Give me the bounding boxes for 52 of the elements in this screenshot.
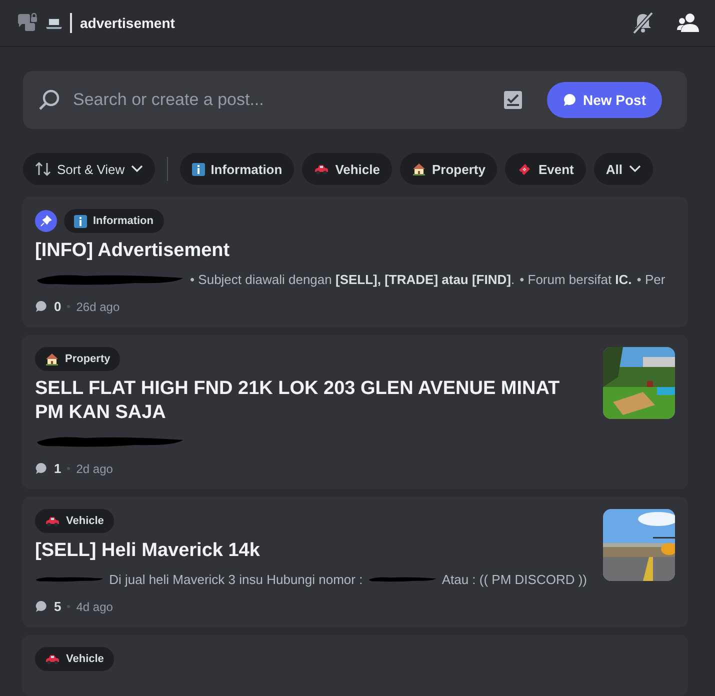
post-preview: Di jual heli Maverick 3 insu Hubungi nomor : xyxy=(109,572,363,586)
post-preview: Atau : (( PM DISCORD )) xyxy=(442,572,587,586)
info-icon xyxy=(74,214,87,228)
laptop-icon xyxy=(46,17,62,29)
car-icon xyxy=(314,164,330,174)
comment-icon xyxy=(35,600,48,613)
house-icon xyxy=(45,352,59,366)
reply-count: 1 xyxy=(54,461,62,476)
post-title: [SELL] Heli Maverick 14k xyxy=(35,539,261,563)
chat-bubble-icon xyxy=(562,93,577,107)
post-preview: • Subject diawali dengan [SELL], [TRADE] atau [FIND]. xyxy=(190,272,515,286)
post-tag: Vehicle xyxy=(35,509,114,533)
checklist-icon[interactable] xyxy=(502,90,523,110)
chevron-icon xyxy=(628,165,640,173)
reply-count: 5 xyxy=(54,599,62,614)
post-card[interactable]: Vehicle [SELL] Heli Maverick 14k Di jual heli Maverick 3 insu Hubungi nomor : Atau : (( PM DISCORD )) 5 4d ago xyxy=(22,497,688,627)
post-preview: • Per xyxy=(636,272,666,286)
post-tag: Information xyxy=(64,209,164,233)
tag-filter[interactable]: Event xyxy=(505,153,586,185)
post-card[interactable]: Information [INFO] Advertisement • Subject diawali dengan [SELL], [TRADE] atau [FIND]. • Forum bersifat IC. • Per 0 26d ago xyxy=(22,197,688,327)
post-tag: Property xyxy=(35,347,120,371)
all-tags-button[interactable]: All xyxy=(594,153,652,185)
post-preview: • Forum bersifat IC. xyxy=(520,272,632,286)
post-card[interactable]: Property SELL FLAT HIGH FND 21K LOK 203 GLEN AVENUE MINAT PM KAN SAJA 1 2d ago xyxy=(22,335,688,489)
new-post-button[interactable]: New Post xyxy=(546,82,662,118)
members-icon[interactable] xyxy=(677,12,701,34)
car-icon xyxy=(45,654,60,664)
info-icon xyxy=(192,162,205,176)
house-icon xyxy=(412,162,426,176)
sort-button[interactable]: Sort & View xyxy=(23,153,155,185)
post-age: 2d ago xyxy=(76,462,113,476)
forum-lock-icon xyxy=(16,13,38,33)
post-title: SELL FLAT HIGH FND 21K LOK 203 GLEN AVENUE MINAT PM KAN SAJA xyxy=(35,377,561,425)
comment-icon xyxy=(35,462,48,475)
sort-icon xyxy=(35,161,51,177)
search-bar[interactable]: Search or create a post... New Post xyxy=(23,71,687,129)
tag-filter[interactable]: Property xyxy=(400,153,498,185)
channel-title: advertisement xyxy=(80,15,175,31)
ticket-icon xyxy=(517,162,532,176)
post-card[interactable]: Vehicle xyxy=(22,635,688,696)
muted-bell-icon[interactable] xyxy=(631,11,655,35)
tag-filter[interactable]: Information xyxy=(180,153,294,185)
chevron-icon xyxy=(130,165,143,173)
tag-filter[interactable]: Vehicle xyxy=(302,153,392,185)
post-tag: Vehicle xyxy=(35,647,114,671)
search-icon xyxy=(37,88,61,112)
reply-count: 0 xyxy=(54,299,62,314)
comment-icon xyxy=(35,300,48,313)
post-age: 26d ago xyxy=(76,300,120,314)
post-title: [INFO] Advertisement xyxy=(35,239,231,263)
post-age: 4d ago xyxy=(76,600,113,614)
car-icon xyxy=(45,516,60,526)
